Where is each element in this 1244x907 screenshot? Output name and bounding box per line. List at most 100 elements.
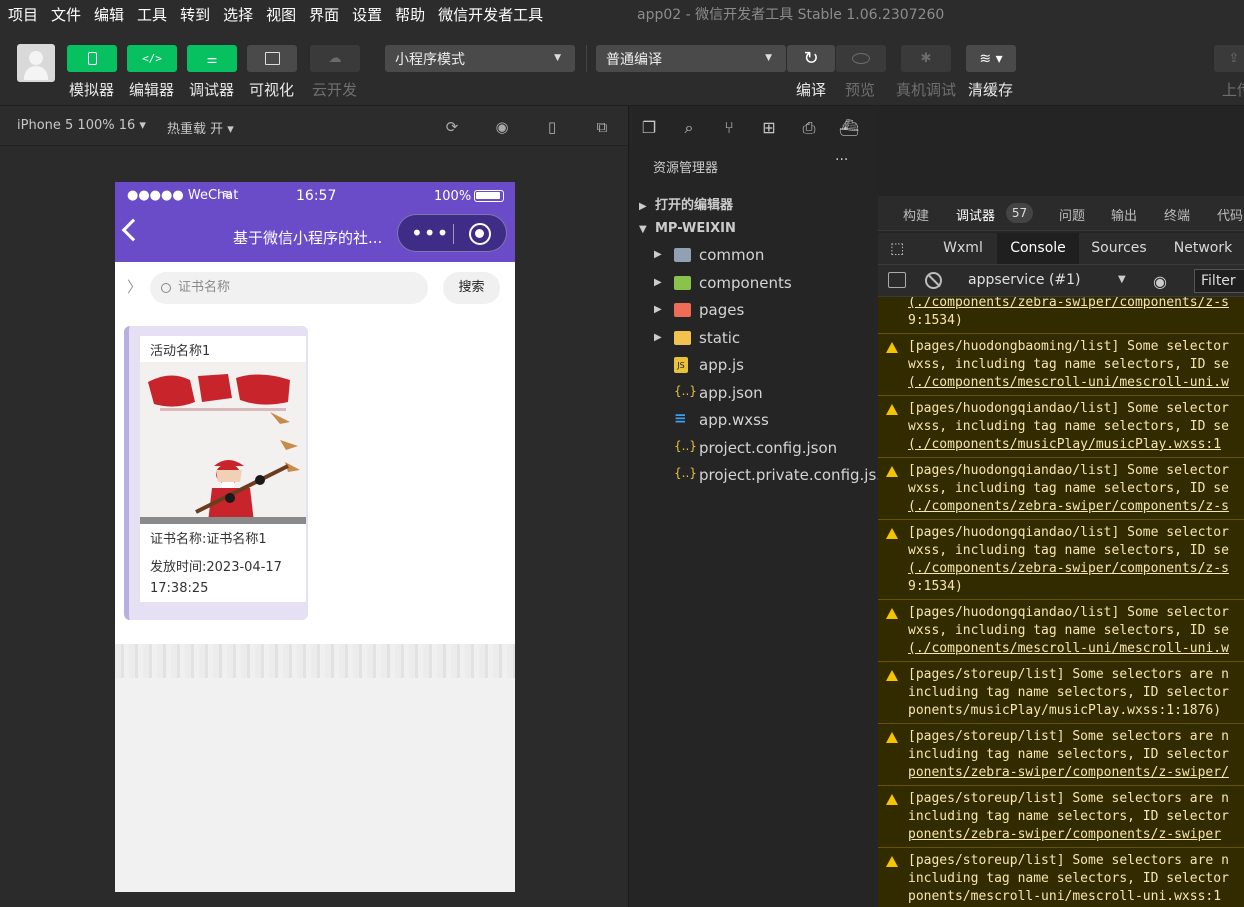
upload-label[interactable]: 上传 [1222, 79, 1244, 100]
console-warning[interactable]: [pages/huodongbaoming/list] Some selecto… [878, 333, 1244, 395]
file-explorer: ❐ ⌕ ⑂ ⊞ ⎙ ⛴ 资源管理器 ··· ▶ 打开的编辑器 ▼ MP-WEIXIN… [628, 106, 891, 907]
tree-item-static[interactable]: ▶ static [629, 326, 879, 353]
search-input[interactable]: 证书名称 [150, 272, 428, 304]
rotate-icon[interactable]: ⟳ [443, 118, 461, 136]
wifi-icon: ≋ [222, 187, 233, 201]
tree-item-app-js[interactable]: JS app.js [629, 353, 879, 380]
more-icon[interactable]: ••• [411, 221, 449, 245]
device-select[interactable]: iPhone 5 100% 16 ▾ [17, 118, 146, 133]
docker-icon[interactable]: ⛴ [837, 118, 861, 140]
save-icon[interactable]: ⎙ [797, 118, 821, 140]
visual-toggle-button[interactable] [247, 45, 297, 72]
chevron-right-icon[interactable]: 〉 [127, 276, 142, 297]
tab-wxml[interactable]: Wxml [930, 233, 996, 264]
search-icon[interactable]: ⌕ [677, 118, 701, 140]
window-icon[interactable]: ⧉ [593, 118, 611, 136]
console-line: [pages/huodongqiandao/list] Some selecto… [908, 463, 1229, 478]
tree-item-project-private-config[interactable]: {..} project.private.config.js... [629, 463, 891, 490]
console-warning[interactable]: [pages/huodongqiandao/list] Some selecto… [878, 519, 1244, 599]
console-warning[interactable]: (./components/zebra-swiper/components/z-… [878, 297, 1244, 333]
tree-item-project-config[interactable]: {..} project.config.json [629, 436, 879, 463]
debugger-toggle-button[interactable]: ⚌ [187, 45, 237, 72]
tree-item-components[interactable]: ▶ components [629, 271, 879, 298]
phone-icon[interactable]: ▯ [543, 118, 561, 136]
menu-item-file[interactable]: 文件 [46, 4, 86, 25]
preview-button[interactable] [836, 45, 886, 72]
console-warning[interactable]: [pages/storeup/list] Some selectors are … [878, 723, 1244, 785]
menu-item-devtools[interactable]: 微信开发者工具 [433, 4, 548, 25]
compile-select[interactable]: 普通编译 ▼ [596, 45, 786, 72]
avatar[interactable] [17, 44, 55, 82]
console-warning[interactable]: [pages/huodongqiandao/list] Some selecto… [878, 395, 1244, 457]
menu-item-project[interactable]: 项目 [3, 4, 43, 25]
clear-console-icon[interactable] [925, 272, 942, 289]
visual-label[interactable]: 可视化 [249, 79, 294, 100]
menu-item-tools[interactable]: 工具 [132, 4, 172, 25]
tab-network[interactable]: Network [1162, 233, 1244, 264]
simulator-toggle-button[interactable] [67, 45, 117, 72]
menu-item-help[interactable]: 帮助 [390, 4, 430, 25]
menu-item-view[interactable]: 视图 [261, 4, 301, 25]
compile-button[interactable]: ↻ [787, 45, 835, 72]
real-debug-label[interactable]: 真机调试 [896, 79, 956, 100]
console-line: ponents/zebra-swiper/components/z-swiper [908, 827, 1222, 842]
upload-button[interactable]: ⇪ [1214, 45, 1244, 72]
menu-item-settings[interactable]: 设置 [347, 4, 387, 25]
inspect-icon[interactable]: ⬚ [890, 239, 904, 257]
tab-code[interactable]: 代码 [1217, 205, 1243, 224]
simulator-label[interactable]: 模拟器 [69, 79, 114, 100]
tab-output[interactable]: 输出 [1111, 205, 1137, 224]
open-editors-section[interactable]: ▶ 打开的编辑器 [639, 194, 733, 213]
console-warning[interactable]: [pages/huodongqiandao/list] Some selecto… [878, 457, 1244, 519]
console-warning[interactable]: [pages/storeup/list] Some selectors are … [878, 661, 1244, 723]
tree-item-common[interactable]: ▶ common [629, 243, 879, 270]
editor-label[interactable]: 编辑器 [129, 79, 174, 100]
certificate-card-body: 活动名称1 证书名称:证书名称1 发放时间:2023-04-17 17:38:2… [140, 336, 306, 602]
real-debug-button[interactable]: ✱ [901, 45, 951, 72]
clear-cache-label[interactable]: 清缓存 [968, 79, 1013, 100]
back-arrow-icon[interactable] [121, 218, 145, 242]
tab-sources[interactable]: Sources [1082, 233, 1156, 264]
more-icon[interactable]: ··· [835, 152, 848, 168]
close-mini-program-icon[interactable] [469, 223, 491, 245]
tab-build[interactable]: 构建 [903, 205, 929, 224]
certificate-card[interactable]: 活动名称1 证书名称:证书名称1 发放时间:2023-04-17 17:38:2… [124, 326, 308, 620]
explorer-icon[interactable]: ❐ [637, 118, 661, 140]
menu-item-edit[interactable]: 编辑 [89, 4, 129, 25]
search-button[interactable]: 搜索 [443, 272, 500, 304]
eye-icon[interactable]: ◉ [1153, 272, 1167, 291]
tab-terminal[interactable]: 终端 [1164, 205, 1190, 224]
menu-item-interface[interactable]: 界面 [304, 4, 344, 25]
source-control-icon[interactable]: ⑂ [717, 118, 741, 140]
console-line: including tag name selectors, ID selecto… [908, 809, 1229, 824]
compile-label[interactable]: 编译 [796, 79, 826, 100]
project-section[interactable]: ▼ MP-WEIXIN [639, 221, 736, 236]
cloud-button[interactable]: ☁ [310, 45, 360, 72]
debugger-label[interactable]: 调试器 [189, 79, 234, 100]
clear-cache-button[interactable]: ≋ ▾ [966, 45, 1016, 72]
tab-problems[interactable]: 问题 [1059, 205, 1085, 224]
record-icon[interactable]: ◉ [493, 118, 511, 136]
tab-console[interactable]: Console [997, 233, 1079, 264]
console-warning[interactable]: [pages/huodongqiandao/list] Some selecto… [878, 599, 1244, 661]
extensions-icon[interactable]: ⊞ [757, 118, 781, 140]
console-warning[interactable]: [pages/storeup/list] Some selectors are … [878, 847, 1244, 907]
sidebar-toggle-icon[interactable] [888, 272, 906, 288]
filter-input[interactable]: Filter [1194, 269, 1244, 293]
editor-toggle-button[interactable]: </> [127, 45, 177, 72]
mode-select[interactable]: 小程序模式 ▼ [385, 45, 575, 72]
chevron-down-icon[interactable]: ▼ [1118, 274, 1126, 285]
context-select[interactable]: appservice (#1) [968, 272, 1081, 288]
menu-item-goto[interactable]: 转到 [175, 4, 215, 25]
console-warning-text: [pages/storeup/list] Some selectors are … [908, 728, 1229, 782]
tree-item-pages[interactable]: ▶ pages [629, 298, 879, 325]
cloud-label[interactable]: 云开发 [312, 79, 357, 100]
console-warning-text: [pages/huodongqiandao/list] Some selecto… [908, 462, 1229, 516]
tree-item-app-json[interactable]: {..} app.json [629, 381, 879, 408]
preview-label[interactable]: 预览 [845, 79, 875, 100]
hot-reload-select[interactable]: 热重载 开 ▾ [167, 118, 234, 137]
console-warning[interactable]: [pages/storeup/list] Some selectors are … [878, 785, 1244, 847]
menu-item-select[interactable]: 选择 [218, 4, 258, 25]
tree-item-app-wxss[interactable]: ≡ app.wxss [629, 408, 879, 435]
tab-debugger[interactable]: 调试器 [956, 205, 995, 224]
